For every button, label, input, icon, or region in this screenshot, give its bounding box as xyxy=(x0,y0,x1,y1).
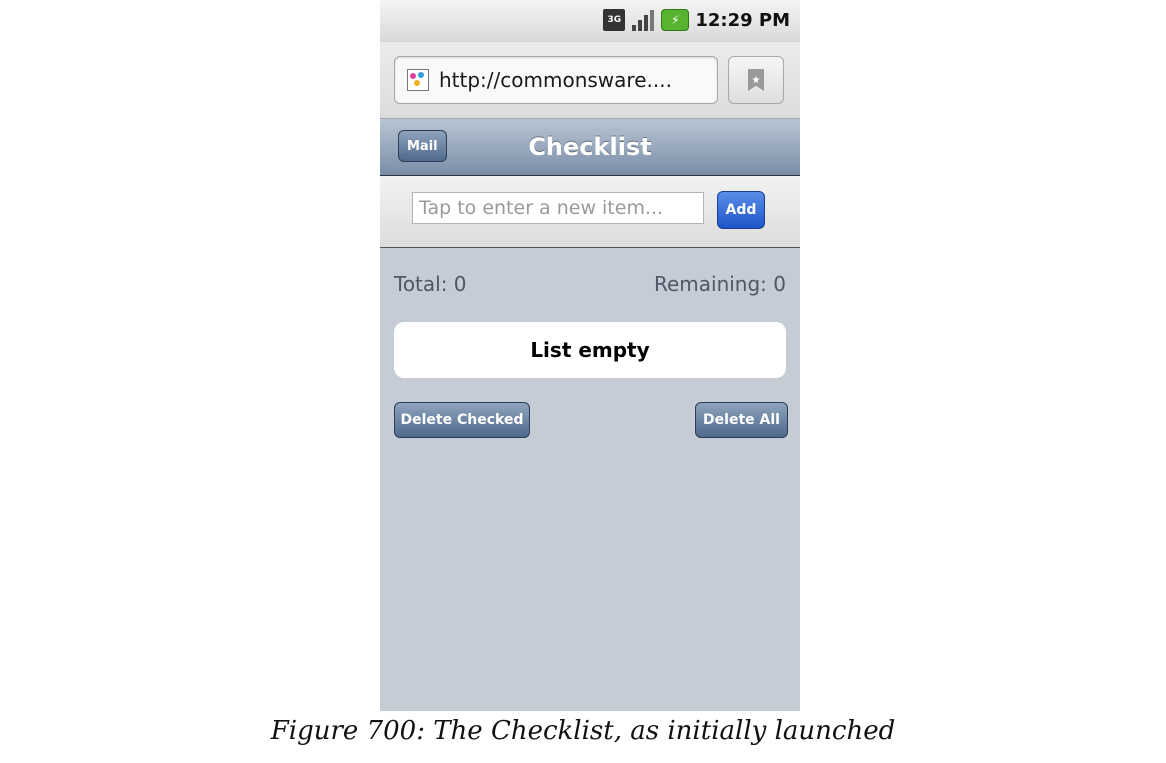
favicon-icon xyxy=(407,69,429,91)
browser-url-bar: http://commonsware.... ★ xyxy=(380,42,800,119)
status-icons: 3G ⚡ 12:29 PM xyxy=(603,9,790,31)
new-item-input[interactable] xyxy=(412,192,704,224)
signal-strength-icon xyxy=(631,9,655,31)
url-text: http://commonsware.... xyxy=(439,68,672,92)
phone-screen: 3G ⚡ 12:29 PM http://commonsware.... ★ C… xyxy=(380,0,800,711)
bookmark-button[interactable]: ★ xyxy=(728,56,784,104)
network-3g-icon: 3G xyxy=(603,9,626,31)
figure-caption: Figure 700: The Checklist, as initially … xyxy=(270,716,896,746)
battery-charging-icon: ⚡ xyxy=(661,9,690,31)
url-field[interactable]: http://commonsware.... xyxy=(394,56,718,104)
delete-checked-button[interactable]: Delete Checked xyxy=(394,402,530,438)
item-counts: Total: 0 Remaining: 0 xyxy=(394,272,786,296)
empty-list-card: List empty xyxy=(394,322,786,378)
add-button[interactable]: Add xyxy=(717,191,765,229)
figure-page: 3G ⚡ 12:29 PM http://commonsware.... ★ C… xyxy=(0,0,1166,763)
bookmark-star-icon: ★ xyxy=(748,69,764,91)
new-item-bar: Add xyxy=(380,176,800,248)
header-toolbar: Checklist Mail xyxy=(380,119,800,176)
status-clock: 12:29 PM xyxy=(695,9,790,31)
mail-back-button[interactable]: Mail xyxy=(398,130,447,162)
remaining-count: Remaining: 0 xyxy=(653,272,786,296)
total-count: Total: 0 xyxy=(394,272,467,296)
empty-list-message: List empty xyxy=(530,338,650,362)
status-bar: 3G ⚡ 12:29 PM xyxy=(380,0,800,42)
delete-all-button[interactable]: Delete All xyxy=(695,402,788,438)
